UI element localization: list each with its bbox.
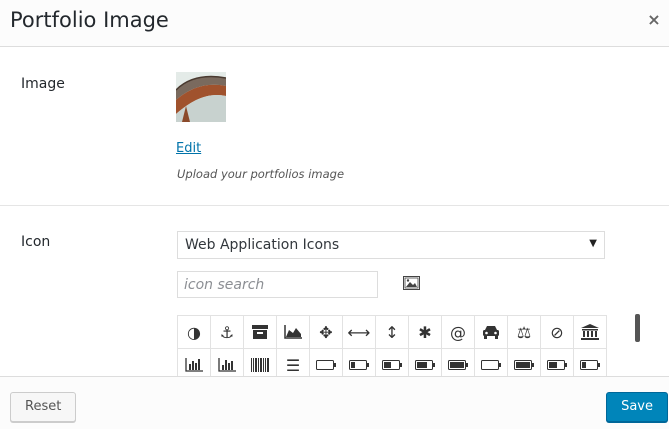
- portfolio-image-modal: Portfolio Image × Image Edit Upload your…: [0, 0, 669, 429]
- image-field-section: Image Edit Upload your portfolios image: [0, 48, 669, 206]
- arrows-icon[interactable]: ✥: [310, 316, 343, 349]
- arrows-icon-glyph: ✥: [319, 322, 333, 342]
- image-icon[interactable]: [403, 276, 420, 290]
- arrows-h-icon[interactable]: ⟷: [343, 316, 376, 349]
- icon-label: Icon: [21, 234, 51, 250]
- bridge-photo-image: [176, 72, 226, 122]
- dropdown-arrow-icon: ▼: [589, 238, 597, 249]
- save-button[interactable]: Save: [606, 392, 668, 422]
- modal-header: Portfolio Image ×: [0, 0, 669, 47]
- asterisk-icon[interactable]: ✱: [409, 316, 442, 349]
- area-chart-icon[interactable]: [277, 316, 310, 349]
- automobile-icon[interactable]: [475, 316, 508, 349]
- adjust-icon-glyph: ◑: [187, 322, 201, 342]
- icon-search-input[interactable]: [177, 271, 378, 298]
- ban-icon-glyph: ⊘: [550, 322, 564, 342]
- balance-scale-icon[interactable]: ⚖: [508, 316, 541, 349]
- anchor-icon[interactable]: ⚓: [211, 316, 244, 349]
- arrows-v-icon-glyph: ↕: [385, 322, 399, 342]
- archive-icon[interactable]: [244, 316, 277, 349]
- adjust-icon[interactable]: ◑: [178, 316, 211, 349]
- bank-icon[interactable]: [574, 316, 607, 349]
- edit-image-link[interactable]: Edit: [176, 141, 201, 156]
- modal-footer: Reset Save: [0, 376, 669, 429]
- icon-field-section: Icon Web Application Icons ▼ ◑ ⚓ ✥: [0, 206, 669, 382]
- arrows-h-icon-glyph: ⟷: [347, 322, 371, 342]
- at-icon[interactable]: @: [442, 316, 475, 349]
- at-icon-glyph: @: [450, 322, 466, 342]
- icon-grid: ◑ ⚓ ✥ ⟷ ↕ ✱ @ ⚖ ⊘ ☰: [177, 315, 607, 382]
- balance-scale-icon-glyph: ⚖: [516, 322, 532, 342]
- ban-icon[interactable]: ⊘: [541, 316, 574, 349]
- close-icon[interactable]: ×: [645, 10, 663, 32]
- arrows-v-icon[interactable]: ↕: [376, 316, 409, 349]
- icon-grid-scrollbar[interactable]: [635, 314, 640, 342]
- icon-set-select-value: Web Application Icons: [185, 237, 340, 253]
- reset-button[interactable]: Reset: [10, 392, 77, 422]
- image-label: Image: [21, 76, 65, 92]
- anchor-icon-glyph: ⚓: [219, 322, 235, 342]
- modal-title: Portfolio Image: [10, 8, 169, 32]
- asterisk-icon-glyph: ✱: [418, 322, 432, 342]
- image-thumbnail[interactable]: [176, 72, 226, 122]
- icon-set-select[interactable]: Web Application Icons ▼: [177, 231, 605, 259]
- bars-icon-glyph: ☰: [285, 355, 301, 375]
- image-help-text: Upload your portfolios image: [177, 167, 345, 181]
